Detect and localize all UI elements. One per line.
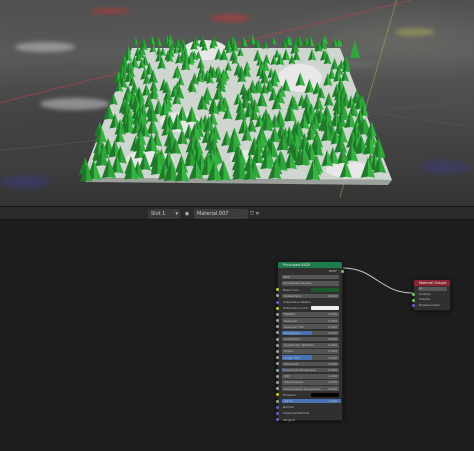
bsdf-output-socket[interactable] [341, 269, 344, 273]
forest-terrain [78, 33, 392, 185]
fake-user-shield-icon[interactable]: ⛉ [250, 211, 254, 217]
input-socket[interactable] [276, 306, 279, 310]
base-color-swatch[interactable] [311, 287, 339, 292]
bsdf-output-label: BSDF [329, 269, 337, 273]
principled-bsdf-node[interactable]: Principled BSDF BSDF GGX Christensen-Bur… [276, 261, 344, 423]
pine-tree [262, 40, 266, 49]
input-socket[interactable] [276, 312, 279, 316]
slot-label: Slot 1 [151, 211, 166, 217]
input-socket[interactable] [276, 356, 279, 360]
distribution-value: GGX [283, 275, 290, 280]
pine-tree [239, 36, 244, 47]
input-socket[interactable] [276, 387, 279, 391]
pine-tree [281, 39, 285, 49]
material-name-field[interactable]: Material.007 [194, 209, 248, 219]
pine-tree [148, 34, 152, 45]
output-input-displacement: Displacement [412, 302, 450, 309]
color-swatch[interactable] [311, 306, 339, 311]
pine-tree [155, 37, 159, 47]
input-label: Subsurface Color [283, 306, 309, 311]
input-socket[interactable] [276, 411, 279, 415]
displacement-label: Displacement [419, 302, 440, 307]
pine-tree [270, 36, 274, 45]
input-socket[interactable] [276, 331, 279, 335]
displacement-socket[interactable] [412, 304, 415, 308]
surface-label: Surface [419, 291, 431, 296]
pine-tree [151, 34, 156, 45]
input-socket[interactable] [276, 343, 279, 347]
pine-tree [310, 35, 315, 47]
input-label: Tangent [283, 417, 295, 422]
input-socket[interactable] [276, 399, 279, 403]
bsdf-input-row[interactable]: Tangent [276, 417, 342, 423]
input-socket[interactable] [276, 319, 279, 323]
unlink-close-icon[interactable]: ✕ [255, 211, 259, 217]
node-link [342, 267, 414, 294]
pine-tree [103, 103, 109, 120]
shader-editor-header: Slot 1 ▾ ◉ Material.007 ⛉ ✕ [0, 206, 474, 220]
pine-tree [257, 38, 261, 49]
slot-dropdown[interactable]: Slot 1 ▾ [148, 209, 180, 219]
pine-tree [109, 92, 114, 106]
input-socket[interactable] [276, 288, 279, 292]
input-socket[interactable] [276, 300, 279, 304]
input-socket[interactable] [276, 405, 279, 409]
pine-tree [135, 36, 139, 46]
chevron-down-icon: ▾ [175, 211, 178, 217]
input-socket[interactable] [276, 362, 279, 366]
pine-tree [158, 37, 162, 47]
pine-tree [163, 35, 168, 47]
pine-tree [302, 36, 307, 47]
pine-tree [273, 36, 277, 45]
3d-viewport[interactable] [0, 0, 474, 206]
output-target-value: All [419, 286, 423, 290]
input-socket[interactable] [276, 380, 279, 384]
input-socket[interactable] [276, 393, 279, 397]
surface-socket[interactable] [412, 293, 415, 297]
pine-tree [132, 36, 136, 46]
pine-tree [248, 34, 253, 45]
input-socket[interactable] [276, 418, 279, 422]
pine-tree [350, 40, 360, 58]
subsurface-method-value: Christensen-Burley [283, 281, 312, 286]
node-editor-canvas[interactable]: Principled BSDF BSDF GGX Christensen-Bur… [0, 221, 474, 451]
blender-window: Slot 1 ▾ ◉ Material.007 ⛉ ✕ Principled B… [0, 0, 474, 451]
pine-tree [243, 36, 248, 47]
pine-tree [265, 40, 269, 49]
input-label: Normal [283, 405, 294, 410]
material-output-node[interactable]: Material Output All Surface Volume Displ… [412, 279, 451, 311]
input-socket[interactable] [276, 337, 279, 341]
volume-socket[interactable] [412, 298, 415, 302]
input-socket[interactable] [276, 368, 279, 372]
material-name: Material.007 [197, 211, 229, 217]
input-label: Clearcoat Normal [283, 411, 310, 416]
pine-tree [331, 37, 335, 48]
material-tools: ⛉ ✕ [250, 209, 266, 219]
volume-label: Volume [419, 297, 431, 301]
input-socket[interactable] [276, 350, 279, 354]
input-socket[interactable] [276, 325, 279, 329]
pine-tree [252, 34, 256, 45]
input-socket[interactable] [276, 374, 279, 378]
input-label: Emission [283, 392, 297, 397]
input-label: Subsurface Radius [283, 299, 311, 304]
input-socket[interactable] [276, 294, 279, 298]
pine-tree [113, 71, 118, 84]
bsdf-to-surface-link [342, 267, 414, 294]
bsdf-input-list: Subsurface 0.000 Subsurface Radius Subsurfa… [276, 293, 342, 423]
pine-tree [363, 102, 369, 117]
material-sphere-icon[interactable]: ◉ [182, 209, 192, 219]
color-swatch[interactable] [311, 392, 339, 397]
base-color-label: Base Color [283, 287, 300, 292]
pine-tree [299, 35, 304, 47]
